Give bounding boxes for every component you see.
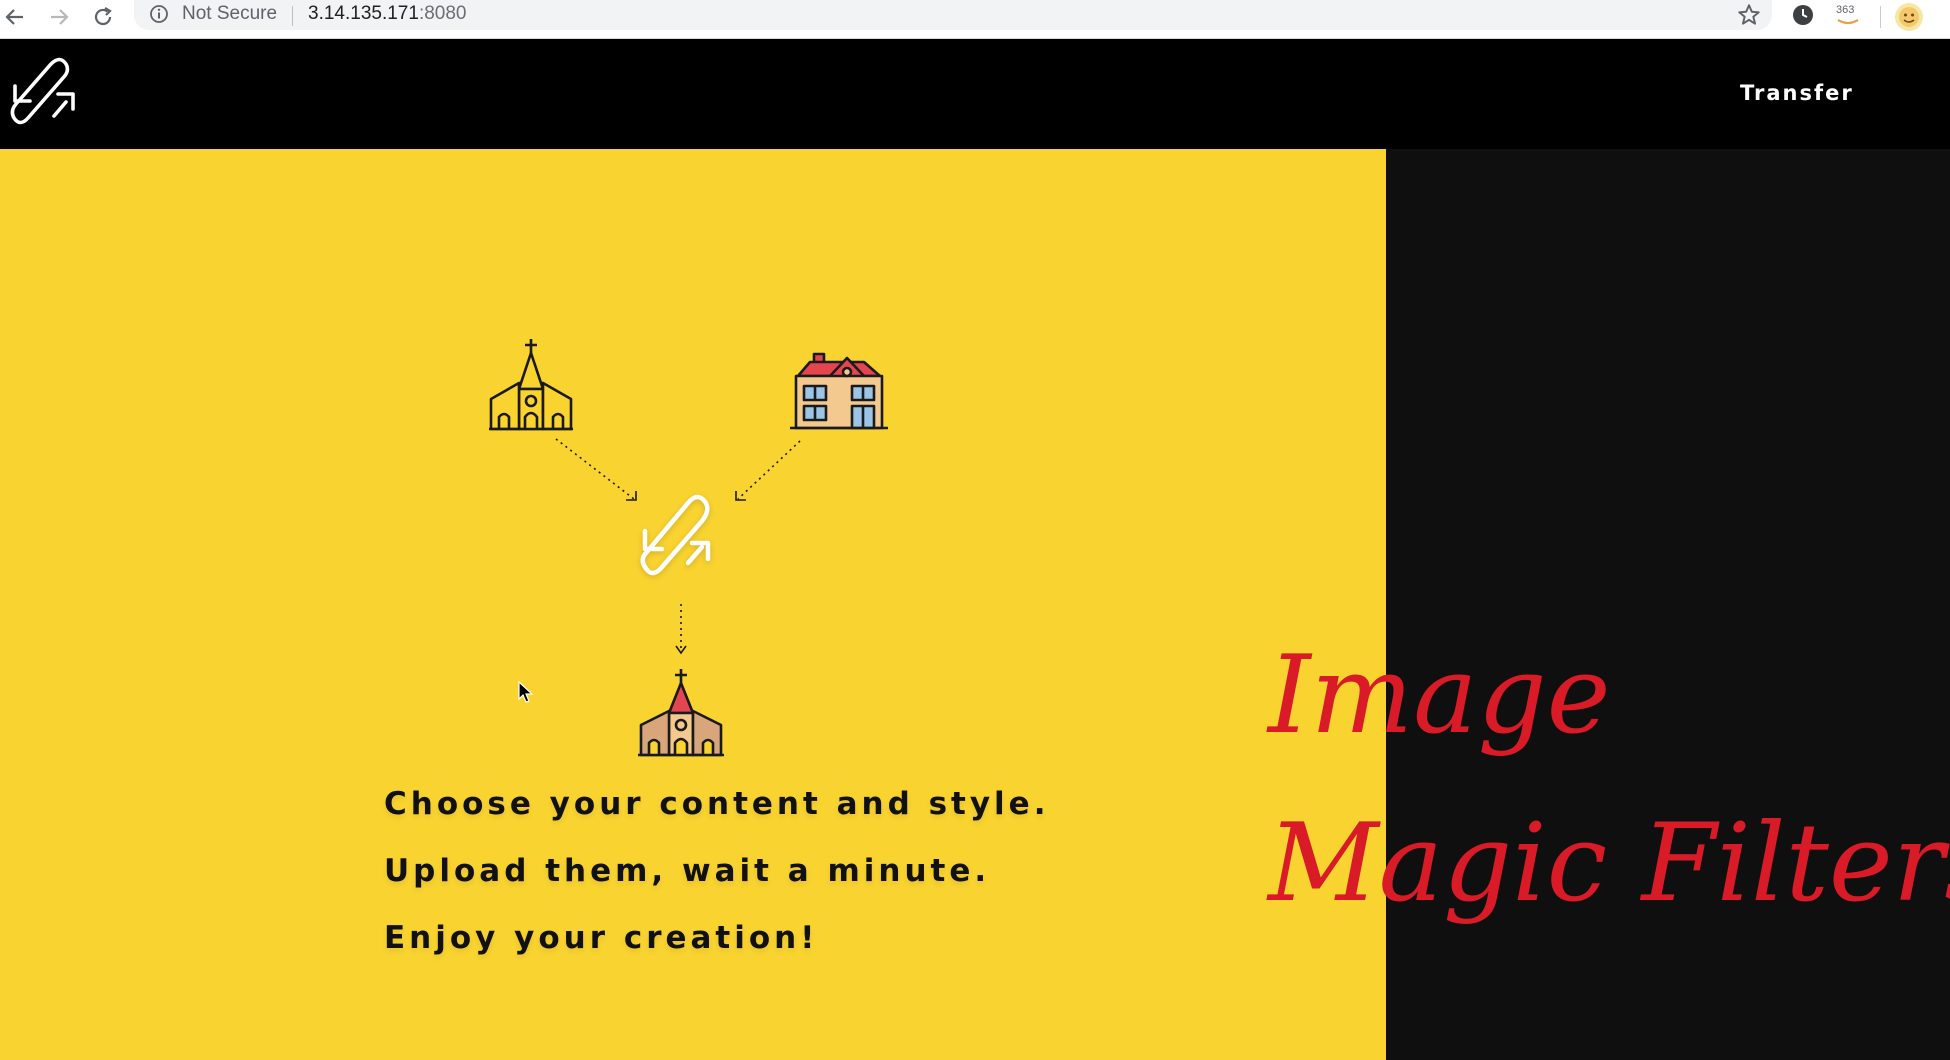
hero-panel: Choose your content and style. Upload th… [0, 149, 1386, 1060]
url-text[interactable]: 3.14.135.171:8080 [308, 3, 467, 25]
app-header: Transfer [0, 39, 1950, 149]
info-icon[interactable] [148, 3, 170, 29]
amazon-extension-icon[interactable]: 363 [1832, 2, 1864, 30]
address-divider [292, 6, 293, 26]
browser-toolbar: Not Secure 3.14.135.171:8080 363 [0, 0, 1950, 39]
step-text: Upload them, wait a minute. [384, 853, 991, 889]
security-label: Not Secure [182, 3, 278, 24]
house-icon [790, 352, 888, 430]
forward-arrow-icon[interactable] [44, 2, 74, 32]
steps-list: Choose your content and style. Upload th… [384, 778, 1049, 979]
back-arrow-icon[interactable] [0, 2, 30, 32]
url-port: :8080 [418, 3, 467, 24]
nav-transfer-link[interactable]: Transfer [1740, 81, 1854, 105]
reload-icon[interactable] [88, 2, 118, 32]
church-icon [489, 339, 573, 431]
profile-avatar-icon[interactable] [1894, 2, 1924, 36]
clock-extension-icon[interactable] [1790, 2, 1816, 32]
styled-church-icon [638, 669, 724, 757]
address-bar[interactable]: Not Secure 3.14.135.171:8080 [134, 0, 1772, 30]
step-text: Choose your content and style. [384, 786, 1050, 822]
transfer-loop-logo-icon[interactable] [10, 49, 80, 129]
dark-side-panel [1386, 149, 1950, 1060]
toolbar-divider [1880, 6, 1881, 28]
bookmark-star-icon[interactable] [1736, 2, 1762, 32]
mouse-cursor-icon [518, 681, 534, 703]
dotted-arrow-right [737, 440, 801, 500]
step-text: Enjoy your creation! [384, 920, 819, 956]
url-host: 3.14.135.171 [308, 3, 419, 24]
dotted-arrow-left [555, 438, 635, 500]
transfer-loop-icon [640, 494, 711, 576]
